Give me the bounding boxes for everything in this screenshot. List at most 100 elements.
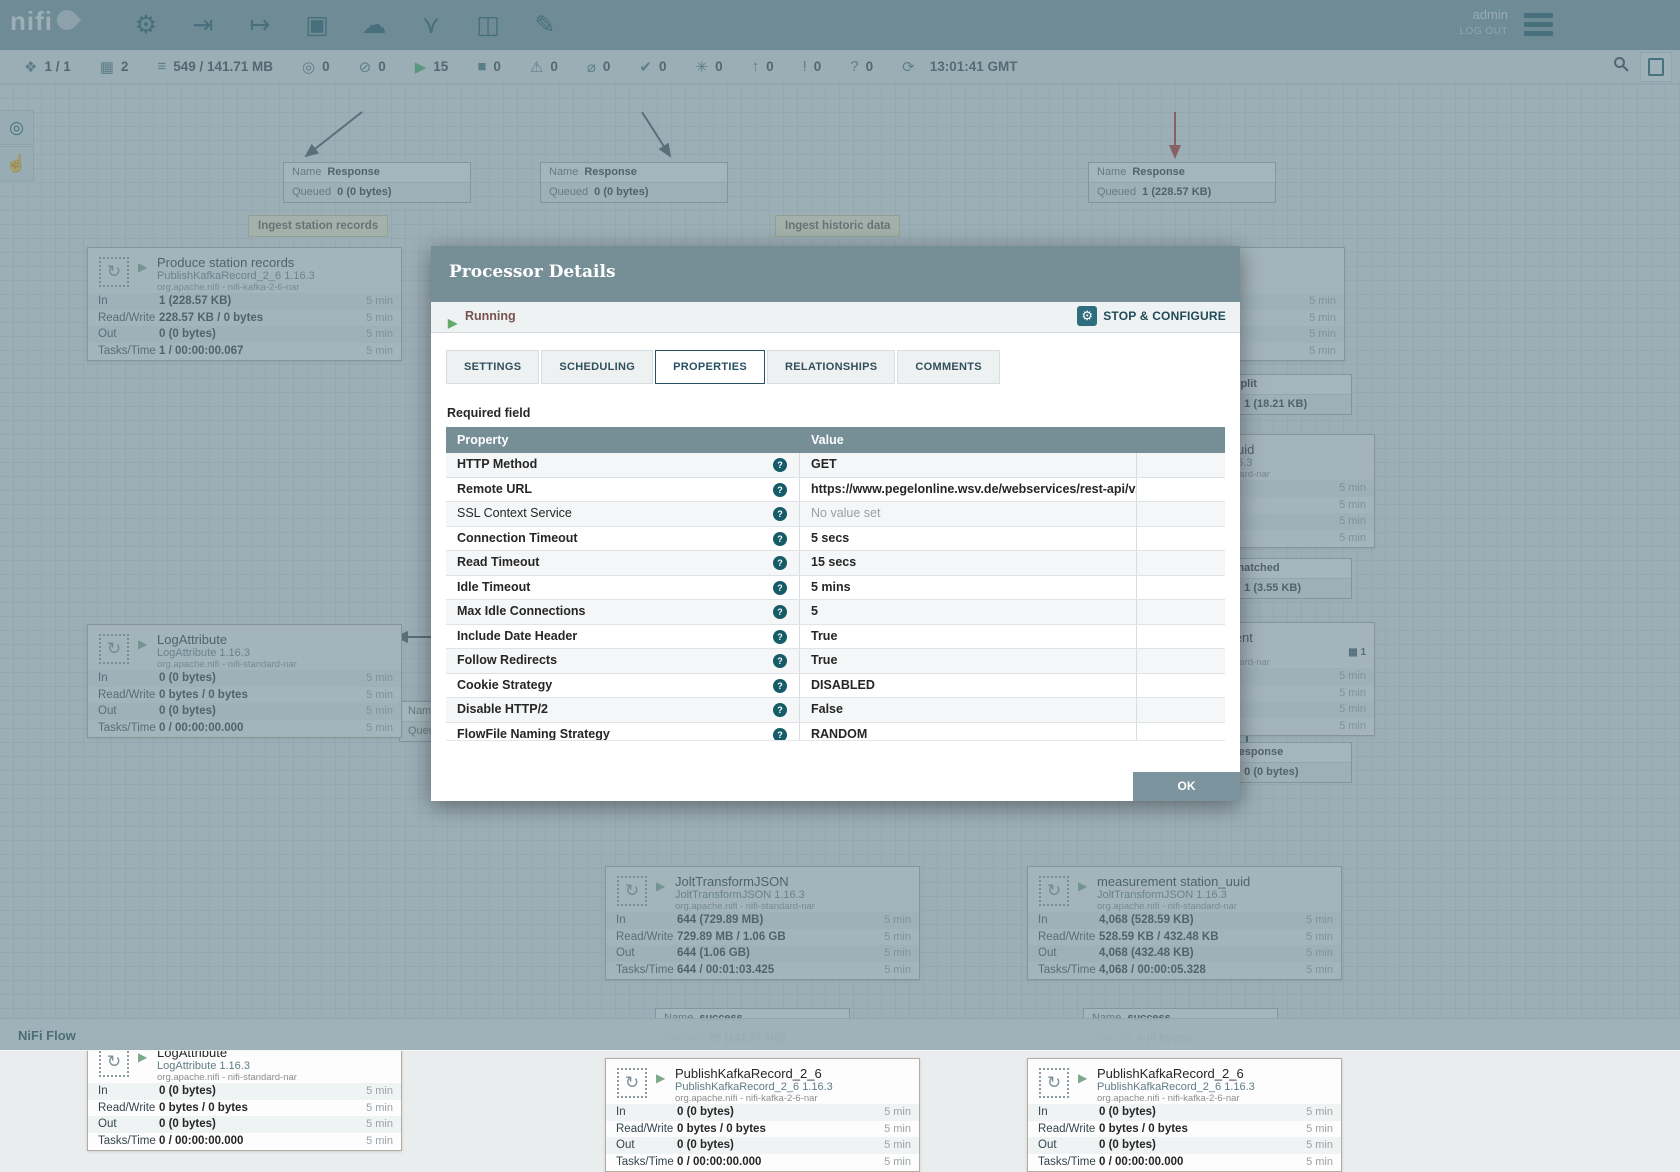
processor-bundle: org.apache.nifi - nifi-standard-nar bbox=[157, 1072, 297, 1083]
property-value: 5 bbox=[811, 604, 818, 618]
stat-row: Out0 (0 bytes)5 min bbox=[88, 1116, 401, 1133]
help-icon[interactable]: ? bbox=[773, 581, 787, 595]
property-name: HTTP Method bbox=[457, 457, 537, 471]
dialog-tabs: SettingsSchedulingPropertiesRelationship… bbox=[446, 350, 1002, 384]
property-value: DISABLED bbox=[811, 678, 875, 692]
run-status-icon: ▶ bbox=[656, 1071, 665, 1085]
property-name: Max Idle Connections bbox=[457, 604, 586, 618]
stat-row: Tasks/Time0 / 00:00:00.0005 min bbox=[606, 1154, 919, 1171]
property-name: Include Date Header bbox=[457, 629, 577, 643]
gear-icon: ⚙ bbox=[1077, 306, 1097, 326]
help-icon[interactable]: ? bbox=[773, 728, 787, 742]
property-row[interactable]: Cookie Strategy ? DISABLED bbox=[446, 674, 1225, 699]
dialog-state-row: ▶ Running ⚙ STOP & CONFIGURE bbox=[431, 302, 1240, 333]
property-row[interactable]: Remote URL ? https://www.pegelonline.wsv… bbox=[446, 478, 1225, 503]
property-value: True bbox=[811, 653, 837, 667]
processor-type: LogAttribute 1.16.3 bbox=[157, 1060, 250, 1072]
dialog-tab[interactable]: Properties bbox=[655, 350, 765, 384]
dialog-tab[interactable]: Relationships bbox=[767, 350, 895, 384]
property-name: Cookie Strategy bbox=[457, 678, 552, 692]
dialog-tab[interactable]: Comments bbox=[897, 350, 1000, 384]
property-value: 5 secs bbox=[811, 531, 849, 545]
stat-row: Tasks/Time0 / 00:00:00.0005 min bbox=[88, 1133, 401, 1150]
property-row[interactable]: Disable HTTP/2 ? False bbox=[446, 698, 1225, 723]
processor-type-icon: ↻ bbox=[1039, 1068, 1069, 1098]
property-name: Idle Timeout bbox=[457, 580, 530, 594]
stat-row: In0 (0 bytes)5 min bbox=[88, 1083, 401, 1100]
help-icon[interactable]: ? bbox=[773, 532, 787, 546]
property-row[interactable]: Connection Timeout ? 5 secs bbox=[446, 527, 1225, 552]
processor[interactable]: ↻ ▶ PublishKafkaRecord_2_6 PublishKafkaR… bbox=[605, 1058, 920, 1172]
help-icon[interactable]: ? bbox=[773, 654, 787, 668]
processor-stats: In0 (0 bytes)5 min Read/Write0 bytes / 0… bbox=[606, 1104, 919, 1171]
property-value: 5 mins bbox=[811, 580, 851, 594]
property-name: Follow Redirects bbox=[457, 653, 557, 667]
property-name: Remote URL bbox=[457, 482, 532, 496]
stat-row: Tasks/Time0 / 00:00:00.0005 min bbox=[1028, 1154, 1341, 1171]
stat-row: Out0 (0 bytes)5 min bbox=[606, 1137, 919, 1154]
property-value: GET bbox=[811, 457, 837, 471]
stat-row: In0 (0 bytes)5 min bbox=[606, 1104, 919, 1121]
property-value: https://www.pegelonline.wsv.de/webservic… bbox=[811, 482, 1137, 496]
run-status-icon: ▶ bbox=[138, 1050, 147, 1064]
property-row[interactable]: Idle Timeout ? 5 mins bbox=[446, 576, 1225, 601]
property-value: False bbox=[811, 702, 843, 716]
column-property: Property bbox=[457, 433, 508, 447]
table-rows: HTTP Method ? GET Remote URL ? https://w… bbox=[446, 453, 1225, 741]
processor-type-icon: ↻ bbox=[617, 1068, 647, 1098]
property-row[interactable]: HTTP Method ? GET bbox=[446, 453, 1225, 478]
help-icon[interactable]: ? bbox=[773, 605, 787, 619]
property-row[interactable]: Follow Redirects ? True bbox=[446, 649, 1225, 674]
processor-stats: In0 (0 bytes)5 min Read/Write0 bytes / 0… bbox=[1028, 1104, 1341, 1171]
processor-stats: In0 (0 bytes)5 min Read/Write0 bytes / 0… bbox=[88, 1083, 401, 1150]
processor-details-dialog: Processor Details ▶ Running ⚙ STOP & CON… bbox=[431, 246, 1240, 801]
column-value: Value bbox=[811, 433, 844, 447]
help-icon[interactable]: ? bbox=[773, 556, 787, 570]
dialog-header: Processor Details bbox=[431, 246, 1240, 302]
property-value: True bbox=[811, 629, 837, 643]
property-row[interactable]: Max Idle Connections ? 5 bbox=[446, 600, 1225, 625]
processor[interactable]: ↻ ▶ PublishKafkaRecord_2_6 PublishKafkaR… bbox=[1027, 1058, 1342, 1172]
property-row[interactable]: FlowFile Naming Strategy ? RANDOM bbox=[446, 723, 1225, 742]
required-field-note: Required field bbox=[447, 406, 530, 420]
property-name: Read Timeout bbox=[457, 555, 539, 569]
property-row[interactable]: Include Date Header ? True bbox=[446, 625, 1225, 650]
processor-type: PublishKafkaRecord_2_6 1.16.3 bbox=[1097, 1081, 1255, 1093]
running-icon: ▶ bbox=[448, 316, 457, 330]
property-row[interactable]: SSL Context Service ? No value set bbox=[446, 502, 1225, 527]
processor-type: PublishKafkaRecord_2_6 1.16.3 bbox=[675, 1081, 833, 1093]
stat-row: Read/Write0 bytes / 0 bytes5 min bbox=[88, 1100, 401, 1117]
help-icon[interactable]: ? bbox=[773, 483, 787, 497]
ok-button[interactable]: OK bbox=[1133, 772, 1240, 801]
help-icon[interactable]: ? bbox=[773, 507, 787, 521]
property-name: FlowFile Naming Strategy bbox=[457, 727, 610, 741]
stat-row: Read/Write0 bytes / 0 bytes5 min bbox=[1028, 1121, 1341, 1138]
processor-name: PublishKafkaRecord_2_6 bbox=[1097, 1066, 1244, 1081]
dialog-title: Processor Details bbox=[449, 262, 616, 282]
property-value: 15 secs bbox=[811, 555, 856, 569]
property-row[interactable]: Read Timeout ? 15 secs bbox=[446, 551, 1225, 576]
processor-name: PublishKafkaRecord_2_6 bbox=[675, 1066, 822, 1081]
stat-row: In0 (0 bytes)5 min bbox=[1028, 1104, 1341, 1121]
property-name: Connection Timeout bbox=[457, 531, 578, 545]
stat-row: Read/Write0 bytes / 0 bytes5 min bbox=[606, 1121, 919, 1138]
property-name: Disable HTTP/2 bbox=[457, 702, 548, 716]
processor-type-icon: ↻ bbox=[99, 1047, 129, 1077]
stop-and-configure-button[interactable]: ⚙ STOP & CONFIGURE bbox=[1077, 306, 1226, 326]
help-icon[interactable]: ? bbox=[773, 679, 787, 693]
help-icon[interactable]: ? bbox=[773, 703, 787, 717]
stat-row: Out0 (0 bytes)5 min bbox=[1028, 1137, 1341, 1154]
processor-bundle: org.apache.nifi - nifi-kafka-2-6-nar bbox=[675, 1093, 818, 1104]
help-icon[interactable]: ? bbox=[773, 458, 787, 472]
processor[interactable]: ↻ ▶ LogAttribute LogAttribute 1.16.3 org… bbox=[87, 1037, 402, 1151]
run-status-icon: ▶ bbox=[1078, 1071, 1087, 1085]
property-name: SSL Context Service bbox=[457, 506, 572, 520]
processor-bundle: org.apache.nifi - nifi-kafka-2-6-nar bbox=[1097, 1093, 1240, 1104]
property-value: RANDOM bbox=[811, 727, 867, 741]
table-header: Property Value bbox=[446, 427, 1225, 453]
dialog-tab[interactable]: Scheduling bbox=[541, 350, 653, 384]
properties-table: Property Value HTTP Method ? GET Remote … bbox=[446, 427, 1225, 741]
property-value: No value set bbox=[811, 506, 880, 520]
help-icon[interactable]: ? bbox=[773, 630, 787, 644]
dialog-tab[interactable]: Settings bbox=[446, 350, 539, 384]
